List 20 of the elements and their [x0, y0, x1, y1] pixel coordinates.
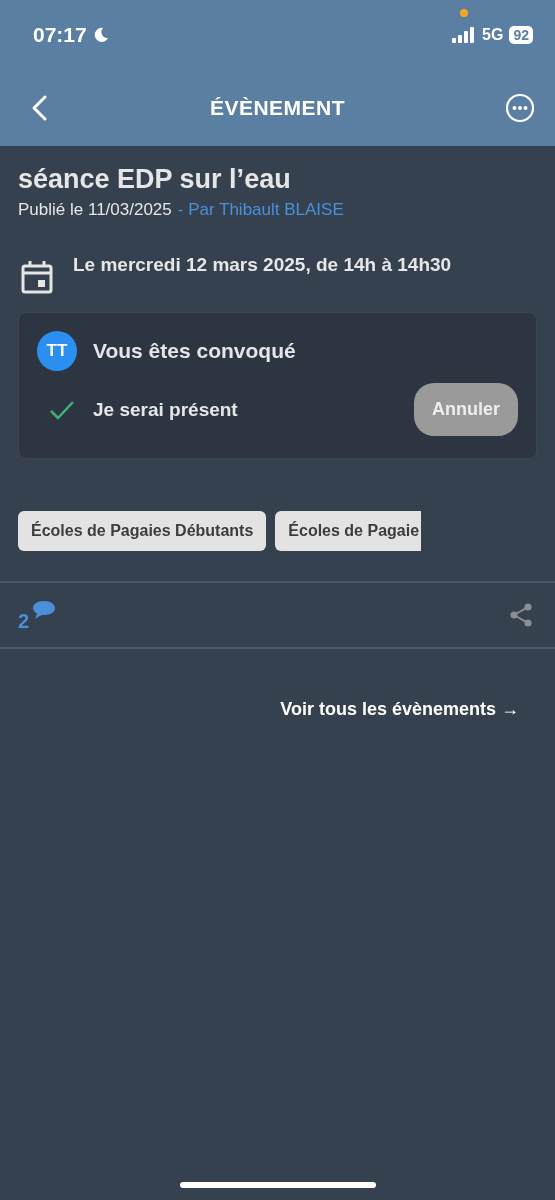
attendance-status: Je serai présent [93, 398, 238, 421]
publish-date: Publié le 11/03/2025 [18, 200, 172, 220]
event-date: Le mercredi 12 mars 2025, de 14h à 14h30 [73, 253, 452, 277]
speech-bubble-icon[interactable] [32, 600, 57, 620]
all-events-link[interactable]: Voir tous les évènements → [280, 699, 519, 720]
convocation-title: Vous êtes convoqué [93, 339, 296, 363]
signal-icon [452, 27, 477, 43]
share-icon[interactable] [509, 602, 533, 628]
status-time: 07:17 [33, 23, 87, 47]
page-title: ÉVÈNEMENT [209, 96, 346, 120]
moon-icon [92, 27, 109, 43]
event-title: séance EDP sur l’eau [18, 164, 292, 195]
more-icon[interactable] [505, 93, 535, 123]
avatar: TT [37, 331, 77, 371]
group-tag[interactable]: Écoles de Pagaie [275, 511, 422, 551]
group-tag[interactable]: Écoles de Pagaies Débutants [18, 511, 267, 551]
network-type: 5G [482, 26, 504, 44]
battery-level: 92 [509, 26, 533, 44]
calendar-icon [21, 260, 53, 294]
indicator-dot [460, 9, 469, 17]
